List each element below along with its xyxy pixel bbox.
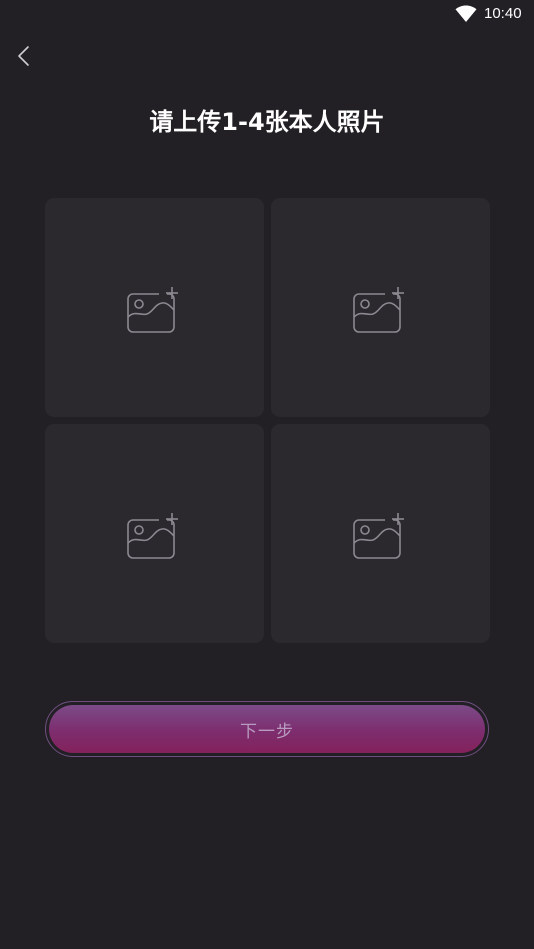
back-button[interactable] [10, 40, 40, 72]
next-button-label: 下一步 [240, 721, 294, 742]
add-photo-icon [353, 513, 404, 559]
wifi-icon [455, 5, 477, 22]
add-photo-icon [127, 287, 178, 333]
next-button[interactable]: 下一步 [45, 701, 489, 757]
next-button-fill: 下一步 [49, 705, 485, 753]
chevron-left-icon [18, 46, 29, 66]
add-photo-icon [353, 287, 404, 333]
photo-slot-3[interactable] [45, 424, 264, 643]
status-time: 10:40 [484, 5, 522, 22]
status-bar: 10:40 [0, 0, 534, 28]
add-photo-icon [127, 513, 178, 559]
photo-slot-2[interactable] [271, 198, 490, 417]
photo-slot-1[interactable] [45, 198, 264, 417]
page-title: 请上传1-4张本人照片 [149, 108, 385, 136]
photo-grid [45, 198, 490, 643]
photo-slot-4[interactable] [271, 424, 490, 643]
